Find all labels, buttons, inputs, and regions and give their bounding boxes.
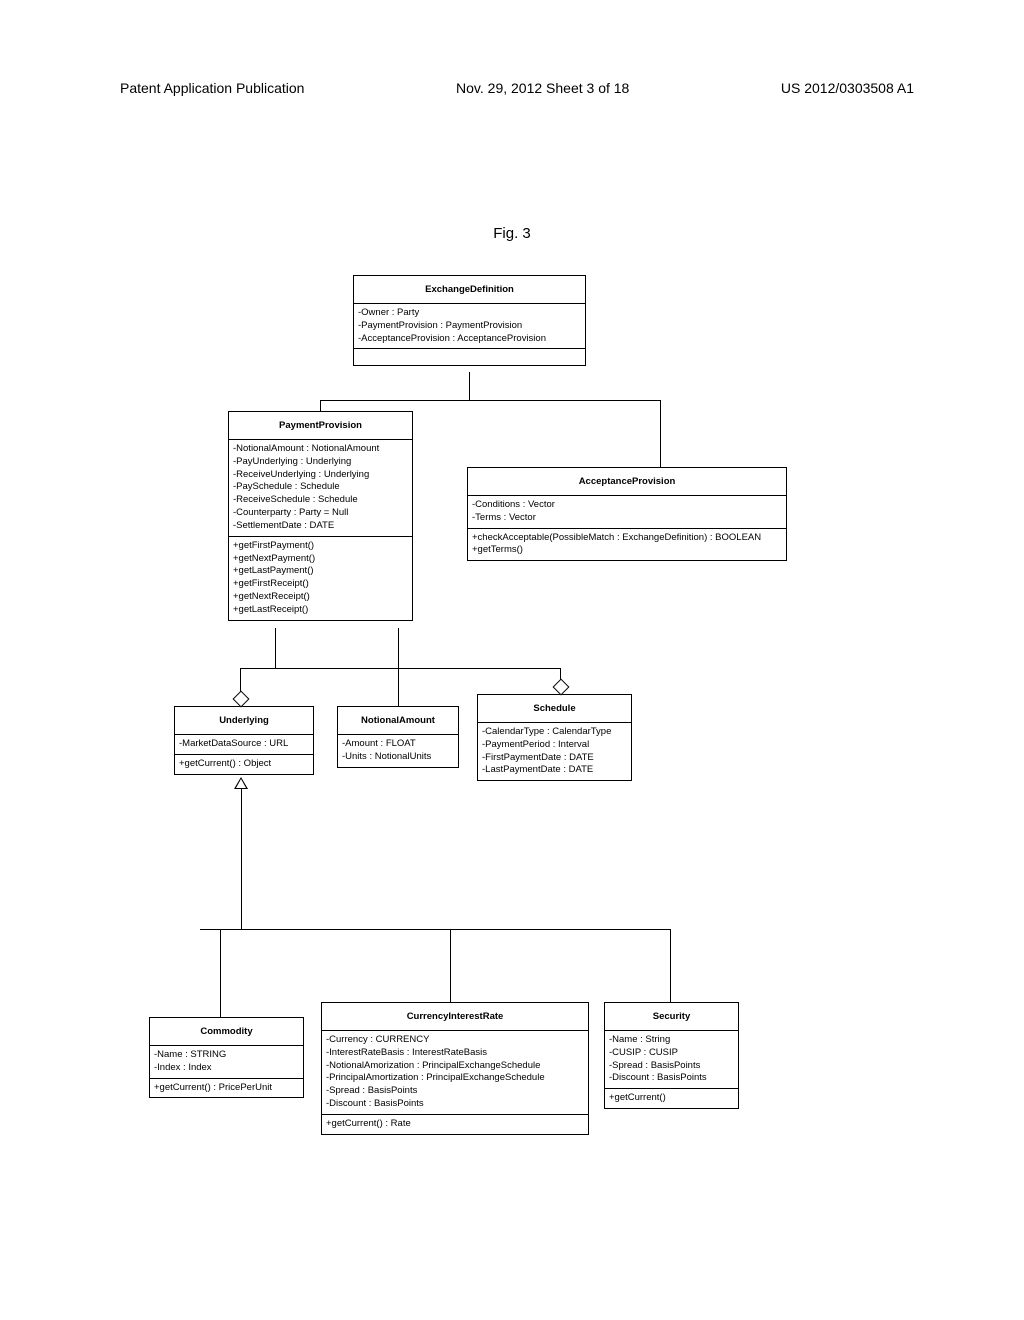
figure-label: Fig. 3 — [0, 225, 1024, 242]
class-attrs: -MarketDataSource : URL — [175, 734, 313, 754]
page-header: Patent Application Publication Nov. 29, … — [0, 80, 1024, 96]
class-attrs: -Name : STRING -Index : Index — [150, 1045, 303, 1078]
connector — [469, 372, 470, 400]
class-attrs: -NotionalAmount : NotionalAmount -PayUnd… — [229, 439, 412, 536]
class-ops: +getFirstPayment() +getNextPayment() +ge… — [229, 536, 412, 620]
connector — [220, 929, 221, 1017]
class-ops: +getCurrent() : Rate — [322, 1114, 588, 1134]
class-underlying: Underlying -MarketDataSource : URL +getC… — [174, 706, 314, 775]
uml-diamond-icon — [553, 679, 570, 696]
class-exchange-definition: ExchangeDefinition -Owner : Party -Payme… — [353, 275, 586, 366]
header-right: US 2012/0303508 A1 — [781, 80, 914, 96]
class-title: PaymentProvision — [229, 412, 412, 439]
class-attrs: -Name : String -CUSIP : CUSIP -Spread : … — [605, 1030, 738, 1088]
connector — [660, 400, 661, 467]
header-left: Patent Application Publication — [120, 80, 304, 96]
class-acceptance-provision: AcceptanceProvision -Conditions : Vector… — [467, 467, 787, 561]
class-schedule: Schedule -CalendarType : CalendarType -P… — [477, 694, 632, 781]
class-attrs: -CalendarType : CalendarType -PaymentPer… — [478, 722, 631, 780]
class-ops: +checkAcceptable(PossibleMatch : Exchang… — [468, 528, 786, 561]
uml-inheritance-icon — [234, 777, 248, 789]
connector — [450, 929, 451, 1002]
header-center: Nov. 29, 2012 Sheet 3 of 18 — [456, 80, 629, 96]
connector — [320, 400, 660, 401]
class-attrs: -Amount : FLOAT -Units : NotionalUnits — [338, 734, 458, 767]
class-currency-interest-rate: CurrencyInterestRate -Currency : CURRENC… — [321, 1002, 589, 1135]
class-ops: +getCurrent() : PricePerUnit — [150, 1078, 303, 1098]
connector — [241, 789, 242, 929]
connector — [670, 929, 671, 1002]
class-title: NotionalAmount — [338, 707, 458, 734]
connector — [275, 628, 276, 668]
class-ops-empty — [354, 348, 585, 365]
class-payment-provision: PaymentProvision -NotionalAmount : Notio… — [228, 411, 413, 621]
class-title: Commodity — [150, 1018, 303, 1045]
class-title: Security — [605, 1003, 738, 1030]
class-title: ExchangeDefinition — [354, 276, 585, 303]
class-notional-amount: NotionalAmount -Amount : FLOAT -Units : … — [337, 706, 459, 768]
class-security: Security -Name : String -CUSIP : CUSIP -… — [604, 1002, 739, 1109]
class-title: AcceptanceProvision — [468, 468, 786, 495]
class-title: CurrencyInterestRate — [322, 1003, 588, 1030]
class-ops: +getCurrent() — [605, 1088, 738, 1108]
class-title: Schedule — [478, 695, 631, 722]
connector — [398, 628, 399, 706]
connector — [200, 929, 670, 930]
class-attrs: -Conditions : Vector -Terms : Vector — [468, 495, 786, 528]
class-title: Underlying — [175, 707, 313, 734]
class-ops: +getCurrent() : Object — [175, 754, 313, 774]
class-attrs: -Currency : CURRENCY -InterestRateBasis … — [322, 1030, 588, 1114]
class-attrs: -Owner : Party -PaymentProvision : Payme… — [354, 303, 585, 348]
connector — [240, 668, 560, 669]
connector — [320, 400, 321, 411]
uml-diamond-icon — [233, 691, 250, 708]
class-commodity: Commodity -Name : STRING -Index : Index … — [149, 1017, 304, 1098]
